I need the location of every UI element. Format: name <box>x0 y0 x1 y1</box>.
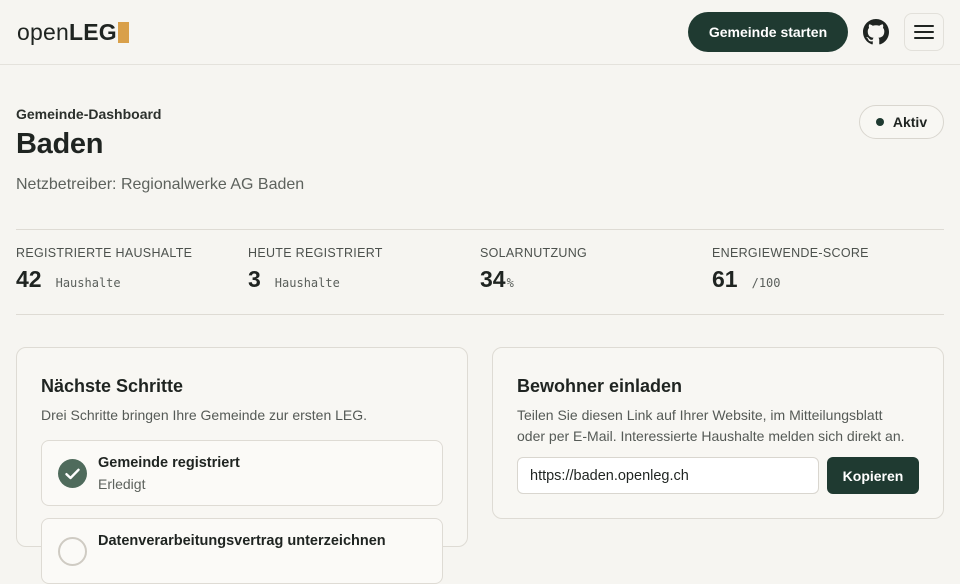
stat-registered-today: HEUTE REGISTRIERT 3 Haushalte <box>248 246 383 293</box>
stat-label: REGISTRIERTE HAUSHALTE <box>16 246 193 260</box>
logo-text-regular: open <box>17 19 69 45</box>
github-icon[interactable] <box>862 18 890 46</box>
stat-unit: % <box>506 276 514 290</box>
stat-unit: Haushalte <box>55 276 121 290</box>
stat-label: ENERGIEWENDE-SCORE <box>712 246 869 260</box>
stat-value: 42 <box>16 266 42 292</box>
logo-accent-bar <box>117 21 129 43</box>
stat-value: 61 <box>712 266 738 292</box>
invite-description-line-2: oder per E-Mail. Interessierte Haushalte… <box>517 428 905 444</box>
stat-unit: /100 <box>751 276 781 290</box>
pending-circle-icon <box>58 537 87 566</box>
invite-description-line-1: Teilen Sie diesen Link auf Ihrer Website… <box>517 407 883 423</box>
status-dot-icon <box>875 118 884 126</box>
step-title: Gemeinde registriert <box>98 455 240 471</box>
openleg-logo[interactable]: open LEG <box>17 18 129 46</box>
checkmark-icon <box>58 459 87 488</box>
step-item-data-processing-agreement[interactable]: Datenverarbeitungsvertrag unterzeichnen <box>41 518 443 584</box>
step-item-registered[interactable]: Gemeinde registriert Erledigt <box>41 440 443 506</box>
divider-bottom <box>16 314 944 315</box>
status-badge: Aktiv <box>859 105 944 139</box>
next-steps-description: Drei Schritte bringen Ihre Gemeinde zur … <box>41 407 368 423</box>
grid-operator-subtitle: Netzbetreiber: Regionalwerke AG Baden <box>16 176 305 193</box>
stat-label: HEUTE REGISTRIERT <box>248 246 383 260</box>
start-municipality-button[interactable]: Gemeinde starten <box>688 12 848 52</box>
invite-link-field[interactable] <box>517 457 819 494</box>
copy-link-button[interactable]: Kopieren <box>827 457 919 494</box>
status-label: Aktiv <box>892 114 928 130</box>
step-status: Erledigt <box>98 476 146 492</box>
next-steps-card: Nächste Schritte Drei Schritte bringen I… <box>16 347 468 584</box>
stat-label: SOLARNUTZUNG <box>480 246 588 260</box>
step-title: Datenverarbeitungsvertrag unterzeichnen <box>98 533 386 549</box>
stat-unit: Haushalte <box>274 276 340 290</box>
dashboard-eyebrow: Gemeinde-Dashboard <box>16 106 162 122</box>
stat-value: 34 <box>480 266 506 292</box>
next-steps-title: Nächste Schritte <box>41 376 184 396</box>
invite-title: Bewohner einladen <box>517 376 683 396</box>
invite-residents-card: Bewohner einladen Teilen Sie diesen Link… <box>492 347 944 519</box>
stat-value: 3 <box>248 266 261 292</box>
stat-registered-households: REGISTRIERTE HAUSHALTE 42 Haushalte <box>16 246 192 293</box>
top-navigation-bar: open LEG Gemeinde starten <box>0 0 960 65</box>
invite-description: Teilen Sie diesen Link auf Ihrer Website… <box>517 405 905 447</box>
stat-energy-transition-score: ENERGIEWENDE-SCORE 61 /100 <box>712 246 869 293</box>
logo-text-bold: LEG <box>68 19 117 45</box>
stat-solar-usage: SOLARNUTZUNG 34 % <box>480 246 587 293</box>
hamburger-menu-icon[interactable] <box>904 13 944 51</box>
divider-top <box>16 229 944 230</box>
page-title: Baden <box>16 128 104 160</box>
